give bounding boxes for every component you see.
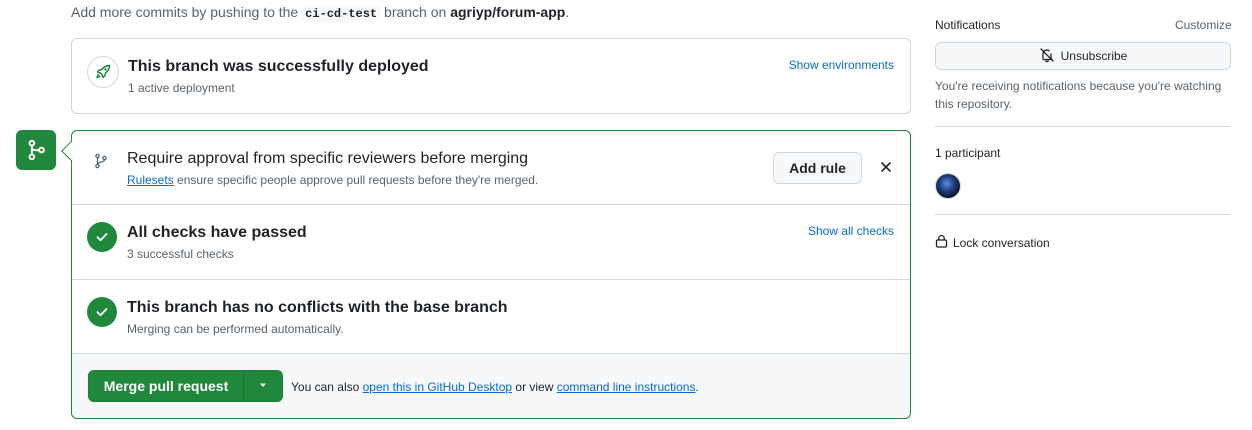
footer-suffix: . [695,380,699,394]
customize-link[interactable]: Customize [1175,18,1232,32]
merge-alternatives: You can also open this in GitHub Desktop… [291,380,699,394]
approval-text: Rulesets ensure specific people approve … [127,173,538,187]
command-line-link[interactable]: command line instructions [557,380,696,394]
sidebar-divider [935,126,1231,127]
notification-notice: You're receiving notifications because y… [935,79,1222,111]
unsubscribe-label: Unsubscribe [1060,49,1128,63]
lock-conversation-label: Lock conversation [953,235,1050,250]
branch-name: ci-cd-test [302,6,381,22]
conflicts-title: This branch has no conflicts with the ba… [127,299,508,316]
unsubscribe-button[interactable]: Unsubscribe [935,42,1231,70]
merge-button-group: Merge pull request [88,370,283,402]
checks-title: All checks have passed [127,224,307,241]
merge-pull-request-button[interactable]: Merge pull request [89,371,244,401]
deployment-title: This branch was successfully deployed [128,58,429,75]
push-hint-prefix: Add more commits by pushing to the [71,4,299,20]
notifications-label: Notifications [935,18,1001,32]
bell-slash-icon [1039,47,1055,66]
push-hint: Add more commits by pushing to the ci-cd… [71,4,570,22]
deployment-card: This branch was successfully deployed 1 … [71,38,911,114]
show-all-checks-link[interactable]: Show all checks [808,224,894,238]
sidebar-divider [935,214,1231,215]
lock-icon [935,234,948,251]
merge-options-dropdown[interactable] [244,371,282,401]
approval-section: Require approval from specific reviewers… [72,131,910,205]
show-environments-link[interactable]: Show environments [789,58,894,72]
push-hint-suffix: . [565,4,570,20]
git-branch-badge-icon [16,130,56,170]
check-circle-icon [87,297,117,327]
push-hint-middle: branch on [384,4,447,20]
git-branch-icon [93,153,109,174]
participants-label: 1 participant [935,146,1001,160]
check-circle-icon [87,222,117,252]
checks-subtitle: 3 successful checks [127,247,234,261]
checks-section: All checks have passed 3 successful chec… [72,205,910,280]
rocket-icon [87,56,119,88]
approval-title: Require approval from specific reviewers… [127,150,529,167]
add-rule-button[interactable]: Add rule [773,152,862,184]
deployment-subtitle: 1 active deployment [128,81,235,95]
conflicts-subtitle: Merging can be performed automatically. [127,322,344,336]
footer-middle: or view [515,380,554,394]
repo-link[interactable]: agriyp/forum-app [450,4,565,20]
conflicts-section: This branch has no conflicts with the ba… [72,280,910,354]
approval-description: ensure specific people approve pull requ… [177,173,539,187]
github-desktop-link[interactable]: open this in GitHub Desktop [363,380,512,394]
merge-box: Require approval from specific reviewers… [61,130,911,419]
merge-footer: Merge pull request You can also open thi… [72,354,910,418]
rulesets-link[interactable]: Rulesets [127,173,174,187]
triangle-down-icon [258,377,268,395]
close-icon[interactable] [877,158,895,176]
avatar[interactable] [935,173,961,199]
lock-conversation-link[interactable]: Lock conversation [935,234,1050,251]
footer-prefix: You can also [291,380,360,394]
